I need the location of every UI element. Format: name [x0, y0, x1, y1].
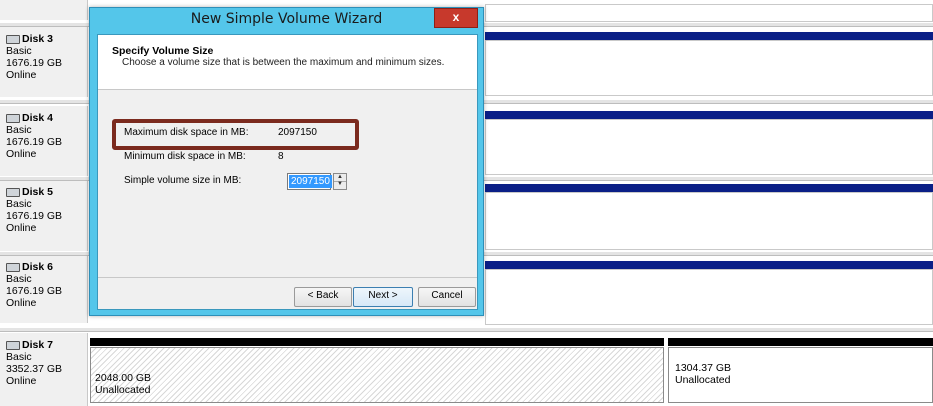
page-subheading: Choose a volume size that is between the… — [122, 57, 445, 68]
partition-header-bar — [668, 338, 933, 346]
wizard-title: New Simple Volume Wizard — [190, 11, 383, 27]
cancel-button[interactable]: Cancel — [418, 287, 476, 307]
disk-list-header — [0, 0, 88, 20]
max-size-value: 2097150 — [278, 127, 317, 138]
volume-size-stepper[interactable]: ▲ ▼ — [333, 173, 347, 190]
disk-status: Online — [6, 69, 37, 81]
page-heading: Specify Volume Size — [112, 45, 214, 57]
disk-3-volume-bar[interactable] — [485, 32, 933, 40]
volume-size-input[interactable]: 2097150 — [287, 173, 332, 190]
disk-size: 1676.19 GB — [6, 210, 63, 222]
disk-6-volume-bar[interactable] — [485, 261, 933, 269]
disk-icon — [6, 340, 20, 350]
disk-type: Basic — [6, 198, 32, 210]
close-button[interactable]: x — [434, 8, 478, 28]
disk-size: 1676.19 GB — [6, 136, 63, 148]
disk-size: 1676.19 GB — [6, 285, 63, 297]
disk-icon — [6, 34, 20, 44]
disk-name: Disk 4 — [22, 112, 53, 124]
next-button[interactable]: Next > — [353, 287, 413, 307]
disk-3-volume-area[interactable] — [485, 40, 933, 96]
partition-size: 1304.37 GB — [675, 362, 732, 374]
disk-type: Basic — [6, 351, 32, 363]
disk-4-volume-bar[interactable] — [485, 111, 933, 119]
wizard-header: Specify Volume Size Choose a volume size… — [98, 35, 477, 90]
disk-name: Disk 6 — [22, 261, 53, 273]
disk-type: Basic — [6, 124, 32, 136]
disk-icon — [6, 262, 20, 272]
disk-icon — [6, 113, 20, 123]
wizard-body: Specify Volume Size Choose a volume size… — [97, 34, 478, 310]
disk-type: Basic — [6, 273, 32, 285]
partition-label: Unallocated — [675, 374, 731, 386]
close-icon: x — [452, 10, 460, 24]
partition-label: Unallocated — [95, 384, 151, 396]
disk-size: 3352.37 GB — [6, 363, 63, 375]
disk-status: Online — [6, 297, 37, 309]
unallocated-partition-1[interactable]: 2048.00 GB Unallocated — [90, 347, 664, 403]
top-volume-area[interactable] — [485, 4, 933, 22]
stepper-down-icon[interactable]: ▼ — [334, 181, 346, 188]
footer-separator — [98, 277, 477, 278]
disk-status: Online — [6, 148, 37, 160]
max-size-label: Maximum disk space in MB: — [124, 127, 249, 138]
disk-status: Online — [6, 222, 37, 234]
unallocated-partition-2[interactable]: 1304.37 GB Unallocated — [668, 347, 933, 403]
disk-status: Online — [6, 375, 37, 387]
disk-5-label-panel[interactable]: Disk 5 Basic 1676.19 GB Online — [0, 180, 88, 252]
disk-4-label-panel[interactable]: Disk 4 Basic 1676.19 GB Online — [0, 106, 88, 176]
disk-size: 1676.19 GB — [6, 57, 63, 69]
disk-3-label-panel[interactable]: Disk 3 Basic 1676.19 GB Online — [0, 27, 88, 97]
row-separator — [0, 327, 933, 332]
partition-header-bar — [90, 338, 664, 346]
back-button[interactable]: < Back — [294, 287, 352, 307]
min-size-label: Minimum disk space in MB: — [124, 151, 246, 162]
disk-name: Disk 7 — [22, 339, 53, 351]
disk-6-label-panel[interactable]: Disk 6 Basic 1676.19 GB Online — [0, 255, 88, 323]
disk-icon — [6, 187, 20, 197]
disk-name: Disk 3 — [22, 33, 53, 45]
disk-name: Disk 5 — [22, 186, 53, 198]
min-size-value: 8 — [278, 151, 284, 162]
disk-type: Basic — [6, 45, 32, 57]
new-simple-volume-wizard: New Simple Volume Wizard x Specify Volum… — [89, 7, 484, 316]
disk-5-volume-area[interactable] — [485, 192, 933, 250]
volume-size-label: Simple volume size in MB: — [124, 175, 242, 186]
disk-5-volume-bar[interactable] — [485, 184, 933, 192]
disk-4-volume-area[interactable] — [485, 119, 933, 175]
disk-7-label-panel[interactable]: Disk 7 Basic 3352.37 GB Online — [0, 333, 88, 406]
partition-size: 2048.00 GB — [95, 372, 152, 384]
disk-6-volume-area[interactable] — [485, 269, 933, 325]
volume-size-value: 2097150 — [289, 175, 332, 188]
